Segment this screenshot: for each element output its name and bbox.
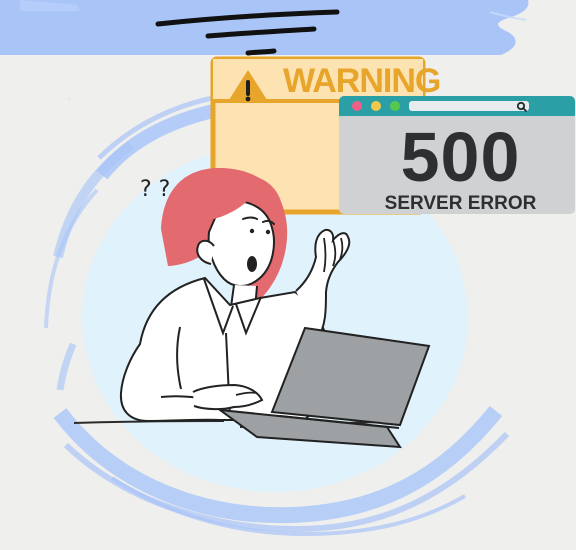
top-brush-banner	[0, 0, 529, 55]
window-dot-red	[352, 101, 362, 111]
question-marks: ? ?	[140, 177, 171, 202]
window-dot-green	[390, 101, 400, 111]
warning-label: WARNING	[283, 62, 441, 100]
scene: WARNING 500 SERVER ERROR ? ?	[0, 0, 576, 550]
error-message: SERVER ERROR	[384, 193, 537, 214]
error-code: 500	[400, 118, 521, 196]
window-dot-yellow	[371, 101, 381, 111]
